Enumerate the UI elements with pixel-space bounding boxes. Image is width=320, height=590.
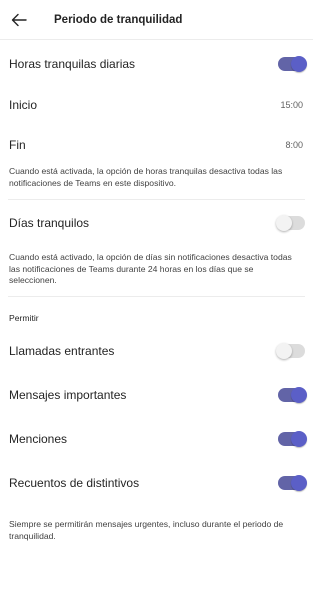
end-time-value: 8:00 [285, 140, 303, 150]
daily-quiet-toggle[interactable] [278, 56, 307, 72]
badge-counts-row[interactable]: Recuentos de distintivos [0, 461, 313, 505]
end-label: Fin [9, 138, 26, 152]
quiet-days-note: Cuando está activado, la opción de días … [9, 252, 292, 286]
badge-counts-label: Recuentos de distintivos [9, 475, 140, 490]
daily-quiet-label: Horas tranquilas diarias [9, 57, 136, 71]
important-messages-label: Mensajes importantes [9, 387, 127, 402]
mentions-row[interactable]: Menciones [0, 417, 313, 461]
start-time-row[interactable]: Inicio 15:00 [0, 88, 313, 122]
badge-counts-toggle[interactable] [278, 474, 307, 491]
arrow-left-icon [11, 13, 27, 26]
incoming-calls-label: Llamadas entrantes [9, 343, 115, 358]
quiet-time-screen: Periodo de tranquilidad Horas tranquilas… [0, 0, 313, 590]
incoming-calls-toggle[interactable] [276, 342, 305, 359]
divider [8, 295, 305, 297]
incoming-calls-row[interactable]: Llamadas entrantes [0, 329, 313, 373]
mentions-label: Menciones [9, 431, 68, 446]
end-time-row[interactable]: Fin 8:00 [0, 122, 313, 168]
start-label: Inicio [9, 98, 38, 112]
quiet-days-toggle[interactable] [276, 215, 305, 232]
allow-section-label: Permitir [9, 312, 39, 323]
daily-quiet-note: Cuando está activada, la opción de horas… [9, 166, 283, 188]
quiet-days-label: Días tranquilos [9, 216, 90, 231]
top-bar: Periodo de tranquilidad [0, 0, 313, 40]
daily-quiet-row[interactable]: Horas tranquilas diarias [0, 40, 313, 88]
important-messages-row[interactable]: Mensajes importantes [0, 373, 313, 417]
important-messages-toggle[interactable] [278, 386, 307, 403]
quiet-days-row[interactable]: Días tranquilos [0, 200, 313, 246]
start-time-value: 15:00 [280, 100, 303, 110]
mentions-toggle[interactable] [278, 430, 307, 447]
page-title: Periodo de tranquilidad [54, 13, 183, 26]
back-button[interactable] [8, 9, 30, 31]
urgent-messages-note: Siempre se permitirán mensajes urgentes,… [9, 518, 284, 541]
